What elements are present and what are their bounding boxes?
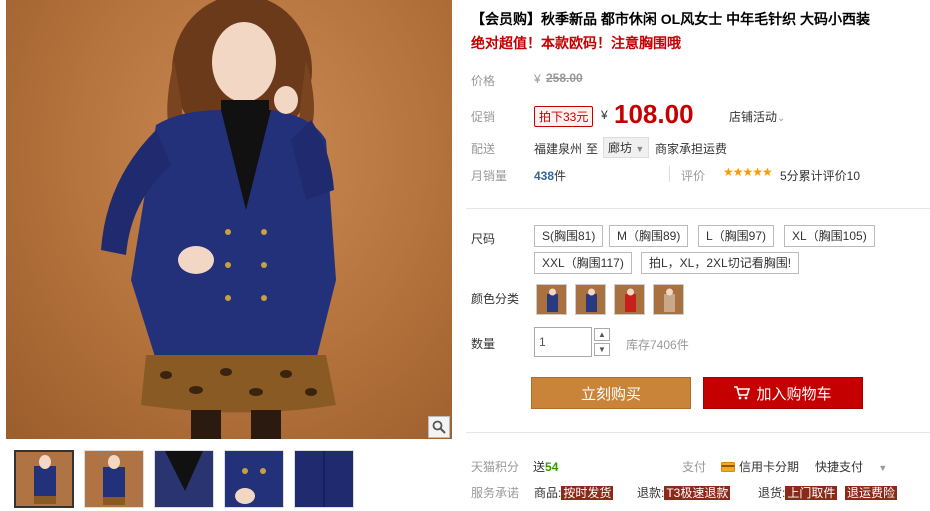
product-subtitle: 绝对超值！本款欧码！注意胸围哦	[471, 35, 681, 51]
service-prefix: 退款:	[637, 486, 665, 500]
price-label: 价格	[471, 74, 496, 88]
points-prefix: 送	[533, 460, 546, 474]
buy-now-button[interactable]: 立刻购买	[531, 377, 691, 409]
ship-city-value: 廊坊	[608, 141, 633, 155]
swatch-fill	[664, 294, 675, 312]
swatch-fill	[547, 294, 558, 312]
main-product-image[interactable]	[6, 0, 452, 439]
quantity-input[interactable]	[534, 327, 592, 357]
review-label: 评价	[681, 169, 706, 183]
shipping-label: 配送	[471, 142, 496, 156]
size-option[interactable]: 拍L，XL，2XL切记看胸围!	[641, 252, 800, 274]
buy-now-label: 立刻购买	[580, 385, 641, 403]
service-item: 退运费险	[845, 484, 898, 501]
thumbnail-1[interactable]	[14, 450, 74, 508]
service-prefix: 商品:	[534, 486, 562, 500]
size-option[interactable]: XL（胸围105)	[784, 225, 875, 247]
caret-down-icon: ▼	[598, 345, 606, 354]
size-option[interactable]: S(胸围81)	[534, 225, 604, 247]
zoom-button[interactable]	[428, 416, 450, 438]
size-option[interactable]: M（胸围89)	[609, 225, 689, 247]
magnifier-icon	[432, 420, 446, 434]
service-badge[interactable]: 按时发货	[561, 486, 614, 500]
thumbnail-strip	[14, 450, 354, 508]
sales-count: 438件	[534, 167, 566, 184]
store-activity-dropdown[interactable]: 店铺活动⌄	[729, 108, 785, 125]
add-to-cart-button[interactable]: 加入购物车	[703, 377, 863, 409]
points-label: 天猫积分	[471, 460, 520, 474]
divider	[466, 432, 930, 433]
points-number: 54	[545, 460, 559, 474]
size-option[interactable]: L（胸围97)	[698, 225, 775, 247]
quick-pay-dropdown[interactable]: 快捷支付 ▼	[815, 458, 887, 475]
credit-installment-label: 信用卡分期	[739, 460, 800, 474]
color-swatch-2[interactable]	[575, 284, 606, 315]
thumbnail-5[interactable]	[294, 450, 354, 508]
thumbnail-2[interactable]	[84, 450, 144, 508]
caret-up-icon: ▲	[598, 330, 606, 339]
rating-stars: ★★★★★	[723, 165, 773, 179]
ship-to-word: 至	[586, 142, 599, 156]
original-price: 258.00	[546, 71, 583, 85]
service-badge[interactable]: 上门取件	[785, 486, 838, 500]
color-label: 颜色分类	[471, 292, 520, 306]
divider	[669, 166, 670, 182]
stock-count: 库存7406件	[626, 338, 689, 352]
size-label: 尺码	[471, 232, 496, 246]
sales-unit: 件	[554, 169, 567, 183]
color-swatch-1[interactable]	[536, 284, 567, 315]
product-title: 【会员购】秋季新品 都市休闲 OL风女士 中年毛针织 大码小西装	[471, 11, 870, 27]
payment-label: 支付	[682, 460, 707, 474]
credit-card-icon	[721, 461, 735, 472]
color-swatch-3[interactable]	[614, 284, 645, 315]
sale-price: 108.00	[614, 99, 694, 129]
size-option[interactable]: XXL（胸围117)	[534, 252, 632, 274]
divider	[466, 208, 930, 209]
color-swatch-4[interactable]	[653, 284, 684, 315]
caret-down-icon: ▼	[878, 463, 888, 473]
thumbnail-4[interactable]	[224, 450, 284, 508]
sales-count-number: 438	[534, 169, 555, 183]
model-photo	[101, 0, 336, 439]
quick-pay-label: 快捷支付	[815, 460, 864, 474]
quantity-label: 数量	[471, 337, 496, 351]
credit-installment-option[interactable]: 信用卡分期	[721, 458, 799, 475]
points-value: 送54	[533, 458, 558, 475]
store-activity-label: 店铺活动	[729, 110, 778, 124]
cart-icon	[734, 386, 751, 400]
promo-tag: 拍下33元	[534, 106, 594, 127]
price-currency: ¥	[534, 72, 541, 86]
service-item: 退货: 上门取件	[758, 484, 838, 501]
service-badge[interactable]: 退运费险	[845, 486, 898, 500]
service-prefix: 退货:	[758, 486, 786, 500]
swatch-fill	[586, 294, 597, 312]
service-item: 商品: 按时发货	[534, 484, 614, 501]
promo-currency: ¥	[601, 108, 608, 122]
service-badge[interactable]: T3极速退款	[664, 486, 731, 500]
service-label: 服务承诺	[471, 486, 520, 500]
quantity-decrease-button[interactable]: ▼	[594, 343, 610, 356]
ship-city-select[interactable]: 廊坊 ▼	[603, 137, 650, 158]
ship-from: 福建泉州	[534, 142, 583, 156]
sales-label: 月销量	[471, 169, 508, 183]
quantity-increase-button[interactable]: ▲	[594, 328, 610, 341]
swatch-fill	[625, 294, 636, 312]
shipping-note: 商家承担运费	[655, 142, 728, 156]
add-to-cart-label: 加入购物车	[756, 385, 832, 403]
promo-label: 促销	[471, 110, 496, 124]
service-item: 退款: T3极速退款	[637, 484, 731, 501]
review-summary-link[interactable]: 5分累计评价10	[780, 167, 860, 184]
caret-down-icon: ▼	[635, 144, 645, 154]
thumbnail-3[interactable]	[154, 450, 214, 508]
chevron-down-icon: ⌄	[777, 113, 786, 124]
